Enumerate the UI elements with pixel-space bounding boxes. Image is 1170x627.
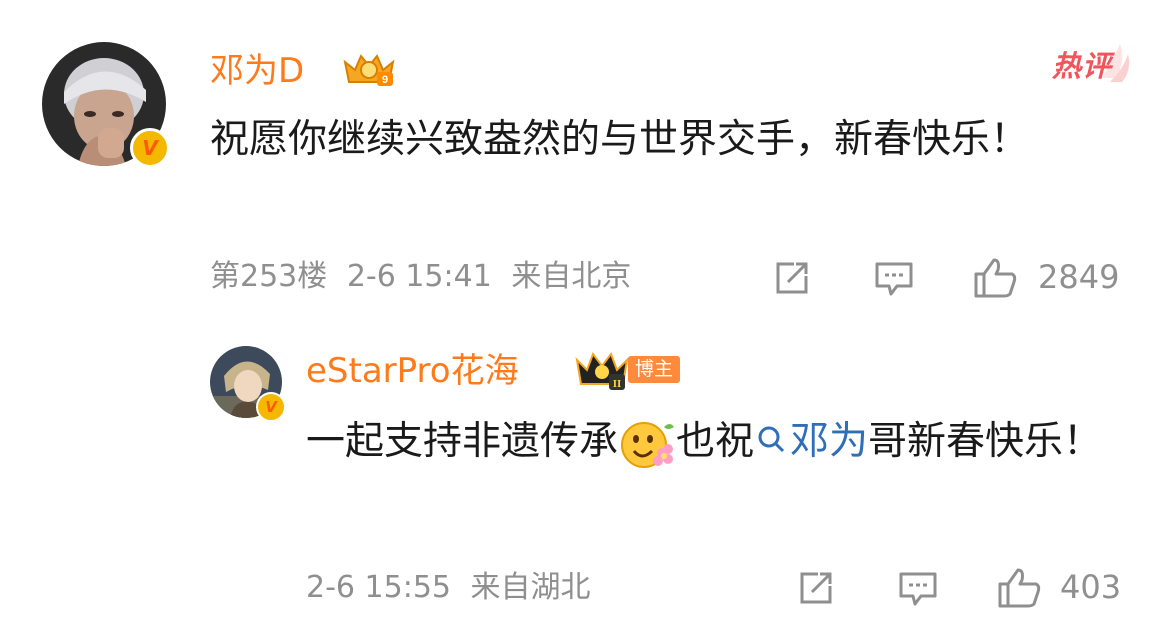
comment-location: 来自北京 <box>511 259 632 294</box>
reply-username[interactable]: eStarPro花海 <box>306 354 519 388</box>
reply-meta: 2-6 15:55 来自湖北 <box>306 573 591 603</box>
share-icon <box>776 262 808 294</box>
comment-username[interactable]: 邓为D <box>210 54 304 88</box>
reply-time: 2-6 15:55 <box>306 570 451 605</box>
reply-share-button[interactable] <box>794 566 838 610</box>
comment-time: 2-6 15:41 <box>346 259 492 294</box>
like-count: 2849 <box>1038 258 1120 296</box>
svg-text:9: 9 <box>382 74 388 86</box>
comment-icon <box>875 262 913 296</box>
verified-badge: V <box>130 128 170 168</box>
reply-like-button[interactable] <box>994 564 1044 612</box>
share-button[interactable] <box>770 256 814 300</box>
reply-location: 来自湖北 <box>470 570 591 605</box>
reply-button[interactable] <box>872 256 916 300</box>
crown-level-badge: 9 <box>341 48 397 90</box>
floor-number: 第253楼 <box>210 259 328 294</box>
flower-face-emoji <box>618 419 676 469</box>
hot-comment-badge: 热评 <box>1050 38 1132 88</box>
thumbs-up-icon <box>998 568 1041 608</box>
reply-reply-button[interactable] <box>896 566 940 610</box>
search-icon <box>758 426 785 453</box>
reply-crown-badge: II <box>575 348 629 392</box>
reply-verified-badge: V <box>256 392 286 422</box>
share-icon <box>800 572 832 604</box>
reply-like-count: 403 <box>1060 568 1122 606</box>
thumbs-up-icon <box>974 258 1017 298</box>
comment-text: 祝愿你继续兴致盎然的与世界交手，新春快乐！ <box>210 117 1030 162</box>
owner-tag: 博主 <box>628 356 681 383</box>
comment-meta: 第253楼 2-6 15:41 来自北京 <box>210 262 631 292</box>
reply-text: 一起支持非遗传承 也祝 邓为哥新春快乐！ <box>306 412 1126 472</box>
svg-text:II: II <box>613 378 622 390</box>
mention-link[interactable]: 邓为 <box>754 419 868 464</box>
like-button[interactable] <box>970 254 1020 302</box>
comment-icon <box>899 572 937 606</box>
